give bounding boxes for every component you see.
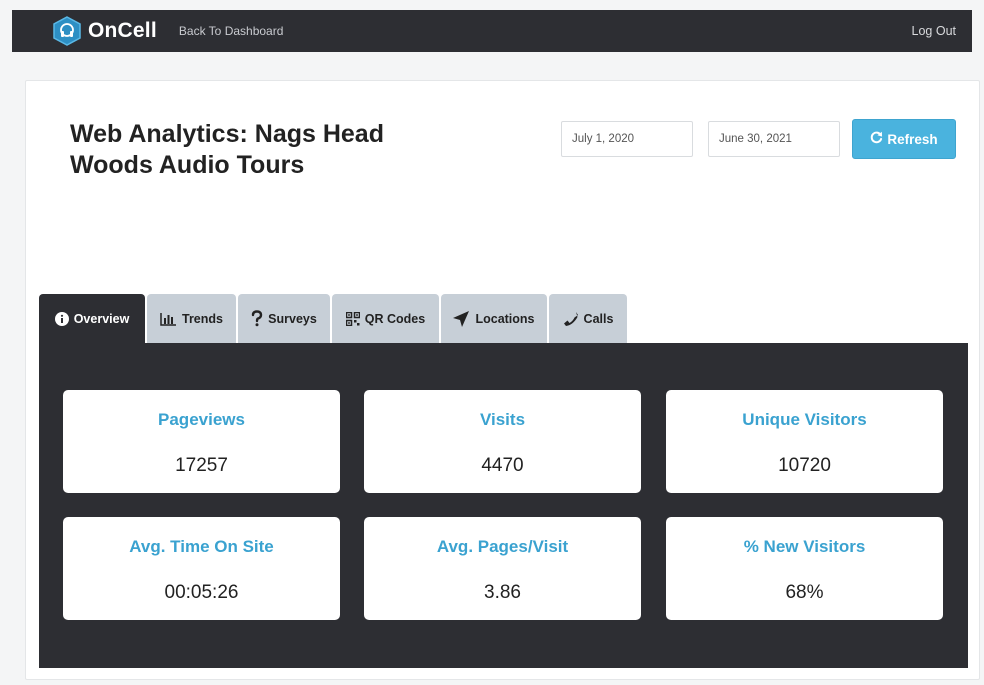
stat-card-unique-visitors: Unique Visitors 10720 bbox=[666, 390, 943, 493]
end-date-input[interactable] bbox=[708, 121, 840, 157]
log-out-link[interactable]: Log Out bbox=[912, 24, 956, 38]
tab-surveys-label: Surveys bbox=[268, 311, 317, 326]
tab-calls-label: Calls bbox=[583, 311, 614, 326]
tab-overview-label: Overview bbox=[73, 311, 130, 326]
phone-icon bbox=[563, 311, 579, 327]
stat-card-visits: Visits 4470 bbox=[364, 390, 641, 493]
stat-card-avg-time-on-site: Avg. Time On Site 00:05:26 bbox=[63, 517, 340, 620]
stat-card-new-visitors: % New Visitors 68% bbox=[666, 517, 943, 620]
qr-code-icon bbox=[345, 311, 360, 326]
tab-calls[interactable]: Calls bbox=[549, 294, 627, 343]
tab-qr-codes-label: QR Codes bbox=[364, 311, 426, 326]
stat-card-pageviews: Pageviews 17257 bbox=[63, 390, 340, 493]
bar-chart-icon bbox=[160, 312, 177, 326]
back-to-dashboard-link[interactable]: Back To Dashboard bbox=[179, 24, 284, 38]
stat-card-avg-pages-per-visit: Avg. Pages/Visit 3.86 bbox=[364, 517, 641, 620]
tab-bar: Overview Trends Surveys QR Codes Locatio… bbox=[39, 294, 627, 343]
page-title: Web Analytics: Nags Head Woods Audio Tou… bbox=[70, 120, 384, 180]
oncell-logo-icon bbox=[52, 16, 82, 46]
location-arrow-icon bbox=[453, 310, 470, 327]
stat-value: 17257 bbox=[175, 455, 228, 476]
tab-locations-label: Locations bbox=[475, 311, 535, 326]
start-date-input[interactable] bbox=[561, 121, 693, 157]
stat-label: Pageviews bbox=[158, 410, 245, 429]
refresh-label: Refresh bbox=[887, 131, 938, 147]
question-icon bbox=[251, 310, 263, 327]
tab-trends-label: Trends bbox=[182, 311, 223, 326]
brand-name: OnCell bbox=[88, 19, 157, 42]
stat-label: % New Visitors bbox=[743, 537, 866, 556]
overview-panel: Pageviews 17257 Visits 4470 Unique Visit… bbox=[39, 343, 968, 668]
stat-label: Unique Visitors bbox=[742, 410, 867, 429]
stat-label: Avg. Time On Site bbox=[129, 537, 274, 556]
analytics-card: Web Analytics: Nags Head Woods Audio Tou… bbox=[25, 80, 980, 680]
refresh-icon bbox=[870, 131, 883, 147]
tab-overview[interactable]: Overview bbox=[39, 294, 145, 343]
tab-surveys[interactable]: Surveys bbox=[238, 294, 330, 343]
stat-label: Visits bbox=[479, 410, 526, 429]
stat-value: 4470 bbox=[481, 455, 524, 476]
stat-value: 68% bbox=[785, 582, 824, 603]
tab-qr-codes[interactable]: QR Codes bbox=[332, 294, 439, 343]
tab-locations[interactable]: Locations bbox=[441, 294, 547, 343]
info-icon bbox=[54, 311, 69, 326]
refresh-button[interactable]: Refresh bbox=[852, 119, 956, 159]
stat-value: 10720 bbox=[778, 455, 831, 476]
tab-trends[interactable]: Trends bbox=[147, 294, 236, 343]
top-navbar: OnCell Back To Dashboard Log Out bbox=[12, 10, 972, 52]
stat-label: Avg. Pages/Visit bbox=[436, 537, 569, 556]
oncell-logo[interactable]: OnCell bbox=[52, 16, 157, 46]
stat-value: 00:05:26 bbox=[164, 582, 239, 603]
stat-value: 3.86 bbox=[484, 582, 521, 603]
